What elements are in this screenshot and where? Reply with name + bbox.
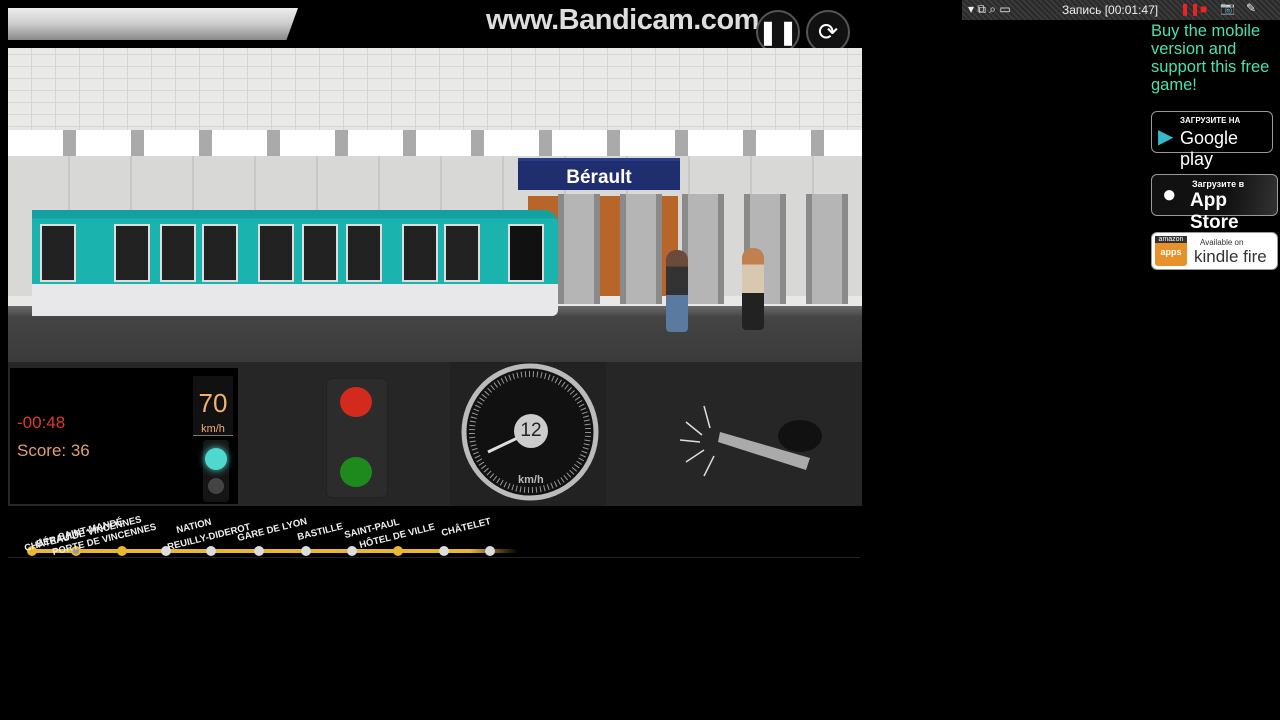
score: Score: 36 — [17, 441, 90, 460]
pause-icon: ❚❚ — [757, 18, 799, 46]
door-lamp-off — [208, 478, 224, 494]
station-dot — [254, 546, 264, 556]
google-play-button[interactable]: ▶ ЗАГРУЗИТЕ НА Google play — [1151, 111, 1273, 169]
station-dot — [117, 546, 127, 556]
signal-button-panel — [326, 378, 388, 498]
passenger — [666, 250, 688, 332]
ceiling-lights — [8, 130, 862, 156]
google-play-icon: ▶ — [1158, 126, 1174, 148]
speed-value: 12 — [514, 414, 548, 448]
passenger — [742, 248, 764, 330]
door-indicator — [203, 440, 229, 502]
station-dot — [347, 546, 357, 556]
door-lamp-on — [205, 448, 227, 470]
platform-gates — [558, 194, 862, 304]
recorder-toolbar: ▾ ⧉ ⌕ ▭ Запись [00:01:47] ❚❚ ■ 📷 ✎ — [962, 0, 1280, 20]
station-dot — [206, 546, 216, 556]
google-play-top: ЗАГРУЗИТЕ НА — [1180, 116, 1241, 125]
amazon-apps-logo: amazon apps — [1155, 236, 1187, 266]
metro-train — [32, 210, 558, 316]
speed-unit: km/h — [518, 474, 544, 486]
apps-label: apps — [1160, 247, 1182, 257]
horn-lever[interactable] — [620, 380, 850, 490]
stop-button[interactable] — [340, 387, 372, 417]
amazon-label: amazon — [1155, 236, 1187, 243]
restart-icon: ⟳ — [817, 18, 839, 46]
pencil-icon[interactable]: ✎ — [1246, 1, 1256, 15]
kindle-fire-button[interactable]: amazon apps Available on kindle fire — [1151, 232, 1278, 270]
speed-limit-sign: 70 km/h — [193, 376, 233, 436]
google-play-label: Google play — [1180, 128, 1239, 169]
line-minimap — [8, 8, 298, 40]
apple-icon: ● — [1162, 181, 1177, 208]
app-store-label: App Store — [1190, 190, 1239, 233]
recording-status: Запись [00:01:47] — [1062, 3, 1159, 17]
record-pause-icon[interactable]: ❚❚ — [1180, 2, 1200, 16]
record-stop-icon[interactable]: ■ — [1200, 2, 1207, 16]
bandicam-watermark: www.Bandicam.com — [486, 4, 759, 36]
timer: -00:48 — [17, 413, 66, 432]
kindle-top: Available on — [1200, 238, 1244, 247]
menu-icon[interactable]: ▾ ⧉ ⌕ ▭ — [968, 2, 1011, 17]
speed-limit-value: 70 — [198, 388, 228, 418]
station-dot — [439, 546, 449, 556]
go-button[interactable] — [340, 457, 372, 487]
promo-text: Buy the mobile version and support this … — [1151, 22, 1270, 94]
kindle-label: kindle fire — [1194, 247, 1267, 266]
app-store-button[interactable]: ● Загрузите в App Store — [1151, 174, 1278, 233]
camera-icon[interactable]: 📷 — [1220, 1, 1235, 15]
station-scene: Bérault — [8, 48, 862, 362]
station-sign: Bérault — [518, 158, 680, 190]
station-dot — [485, 546, 495, 556]
speed-limit-unit: km/h — [201, 423, 225, 435]
app-store-top: Загрузите в — [1192, 179, 1245, 189]
station-dot — [393, 546, 403, 556]
station-dot — [301, 546, 311, 556]
speedometer: 12 km/h — [450, 362, 606, 506]
